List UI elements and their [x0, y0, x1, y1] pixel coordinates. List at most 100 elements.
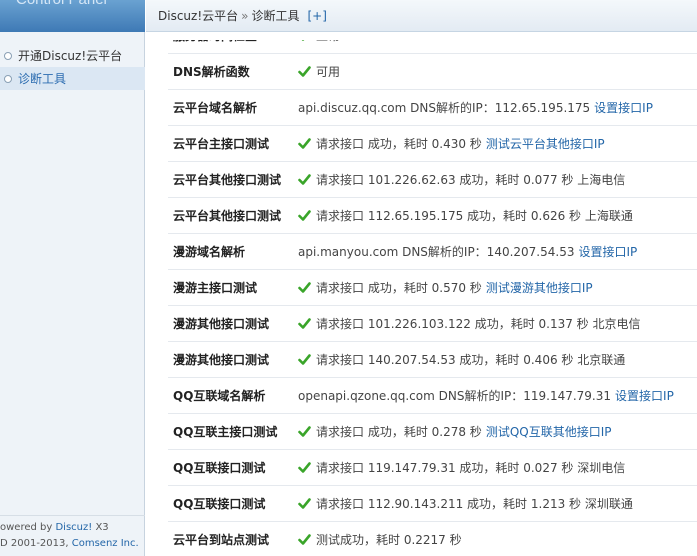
diagnostic-row: DNS解析函数 可用	[168, 54, 697, 90]
diagnostic-result: 可用	[298, 63, 697, 80]
diagnostic-result: 请求接口 101.226.62.63 成功，耗时 0.077 秒 上海电信	[298, 171, 697, 188]
sidebar-item-diagnostics[interactable]: 诊断工具	[0, 67, 145, 90]
result-text: 请求接口 成功，耗时 0.278 秒	[316, 425, 482, 439]
diagnostic-label: 云平台主接口测试	[173, 137, 270, 151]
diagnostic-label: 云平台其他接口测试	[173, 209, 282, 223]
bullet-icon	[4, 74, 12, 83]
diagnostic-result: 正常	[298, 40, 697, 44]
diagnostic-row: QQ互联域名解析 openapi.qzone.qq.com DNS解析的IP：11…	[168, 378, 697, 414]
result-link[interactable]: 设置接口IP	[578, 243, 637, 260]
result-link[interactable]: 测试漫游其他接口IP	[486, 279, 593, 296]
check-icon	[298, 40, 316, 42]
diagnostic-label: 漫游其他接口测试	[173, 317, 270, 331]
control-panel-title: Control Panel	[16, 0, 107, 8]
diagnostic-result: 请求接口 112.90.143.211 成功，耗时 1.213 秒 深圳联通	[298, 495, 697, 512]
diagnostic-row: QQ互联接口测试 请求接口 119.147.79.31 成功，耗时 0.027 秒…	[168, 450, 697, 486]
diagnostic-label: 服务器时间检查	[168, 40, 298, 44]
diagnostic-row: 云平台其他接口测试 请求接口 101.226.62.63 成功，耗时 0.077 …	[168, 162, 697, 198]
sidebar-header: Control Panel	[0, 0, 145, 32]
bullet-icon	[4, 51, 12, 60]
diagnostic-row: 漫游域名解析 api.manyou.com DNS解析的IP：140.207.54…	[168, 234, 697, 270]
result-text: 请求接口 112.65.195.175 成功，耗时 0.626 秒 上海联通	[316, 209, 633, 223]
diagnostic-row: QQ互联接口测试 请求接口 112.90.143.211 成功，耗时 1.213 …	[168, 486, 697, 522]
sidebar-item-open-cloud[interactable]: 开通Discuz!云平台	[0, 44, 145, 67]
diagnostic-result: openapi.qzone.qq.com DNS解析的IP：119.147.79…	[298, 387, 697, 404]
diagnostic-row: 漫游主接口测试 请求接口 成功，耗时 0.570 秒测试漫游其他接口IP	[168, 270, 697, 306]
sidebar-item-label: 诊断工具	[18, 72, 67, 86]
diagnostic-label: QQ互联接口测试	[173, 461, 266, 475]
diagnostic-label: 漫游域名解析	[173, 245, 246, 259]
check-icon	[298, 353, 316, 366]
diagnostic-result: 测试成功，耗时 0.2217 秒	[298, 531, 697, 548]
check-icon	[298, 533, 316, 546]
comsenz-link[interactable]: Comsenz Inc.	[72, 538, 139, 549]
breadcrumb-current: 诊断工具	[251, 9, 300, 23]
diagnostic-label: 云平台域名解析	[173, 101, 258, 115]
check-icon	[298, 209, 316, 222]
result-text: 可用	[316, 65, 341, 79]
diagnostics-table: 服务器时间检查 正常 DNS解析函数 可用云平台域名解析 api.discuz.qq.c…	[168, 40, 697, 556]
diagnostic-label: 云平台其他接口测试	[173, 173, 282, 187]
result-text: 请求接口 成功，耗时 0.570 秒	[316, 281, 482, 295]
diagnostic-result: api.manyou.com DNS解析的IP：140.207.54.53 设置接…	[298, 243, 697, 260]
diagnostic-label: DNS解析函数	[173, 65, 250, 79]
powered-by: owered by Discuz! X3	[0, 520, 145, 536]
result-link[interactable]: 设置接口IP	[594, 99, 653, 116]
powered-prefix: owered by	[0, 522, 56, 533]
diagnostic-result: 请求接口 101.226.103.122 成功，耗时 0.137 秒 北京电信	[298, 315, 697, 332]
diagnostic-result: api.discuz.qq.com DNS解析的IP：112.65.195.17…	[298, 99, 697, 116]
diagnostic-row: 云平台域名解析 api.discuz.qq.com DNS解析的IP：112.65…	[168, 90, 697, 126]
copyright: D 2001-2013, Comsenz Inc.	[0, 536, 145, 552]
copyright-prefix: D 2001-2013,	[0, 538, 72, 549]
result-text: 请求接口 140.207.54.53 成功，耗时 0.406 秒 北京联通	[316, 353, 626, 367]
sidebar: Control Panel 开通Discuz!云平台 诊断工具 owered b…	[0, 0, 145, 556]
breadcrumb-separator: »	[241, 8, 249, 23]
result-text: 请求接口 101.226.62.63 成功，耗时 0.077 秒 上海电信	[316, 173, 626, 187]
diagnostic-label: QQ互联主接口测试	[173, 425, 278, 439]
diagnostic-label: 云平台到站点测试	[173, 533, 270, 547]
sidebar-item-label: 开通Discuz!云平台	[18, 49, 123, 63]
diagnostic-result: 请求接口 成功，耗时 0.430 秒测试云平台其他接口IP	[298, 135, 697, 152]
diagnostic-row: 漫游其他接口测试 请求接口 140.207.54.53 成功，耗时 0.406 秒…	[168, 342, 697, 378]
diagnostic-label: 漫游主接口测试	[173, 281, 258, 295]
check-icon	[298, 425, 316, 438]
result-text: 请求接口 成功，耗时 0.430 秒	[316, 137, 482, 151]
sidebar-nav: 开通Discuz!云平台 诊断工具	[0, 44, 145, 90]
result-text: api.manyou.com DNS解析的IP：140.207.54.53	[298, 245, 575, 259]
result-text: 请求接口 119.147.79.31 成功，耗时 0.027 秒 深圳电信	[316, 461, 626, 475]
result-text: api.discuz.qq.com DNS解析的IP：112.65.195.17…	[298, 101, 591, 115]
result-text: 测试成功，耗时 0.2217 秒	[316, 533, 462, 547]
discuz-link[interactable]: Discuz!	[55, 522, 92, 533]
diagnostic-result: 请求接口 112.65.195.175 成功，耗时 0.626 秒 上海联通	[298, 207, 697, 224]
diagnostic-result: 请求接口 成功，耗时 0.278 秒测试QQ互联其他接口IP	[298, 423, 697, 440]
diagnostic-row: 漫游其他接口测试 请求接口 101.226.103.122 成功，耗时 0.137…	[168, 306, 697, 342]
add-shortcut-button[interactable]: [+]	[308, 9, 327, 23]
diagnostic-row: 云平台到站点测试 测试成功，耗时 0.2217 秒	[168, 522, 697, 556]
diagnostic-row: QQ互联主接口测试 请求接口 成功，耗时 0.278 秒测试QQ互联其他接口IP	[168, 414, 697, 450]
result-link[interactable]: 设置接口IP	[615, 387, 674, 404]
result-text: 请求接口 101.226.103.122 成功，耗时 0.137 秒 北京电信	[316, 317, 641, 331]
check-icon	[298, 497, 316, 510]
result-text: openapi.qzone.qq.com DNS解析的IP：119.147.79…	[298, 389, 612, 403]
diagnostic-row: 云平台主接口测试 请求接口 成功，耗时 0.430 秒测试云平台其他接口IP	[168, 126, 697, 162]
check-icon	[298, 173, 316, 186]
sidebar-footer: owered by Discuz! X3 D 2001-2013, Comsen…	[0, 515, 145, 552]
diagnostic-row: 服务器时间检查 正常	[168, 40, 697, 54]
check-icon	[298, 317, 316, 330]
check-icon	[298, 281, 316, 294]
breadcrumb-root[interactable]: Discuz!云平台	[158, 7, 238, 24]
diagnostic-row: 云平台其他接口测试 请求接口 112.65.195.175 成功，耗时 0.626…	[168, 198, 697, 234]
result-link[interactable]: 测试云平台其他接口IP	[486, 135, 605, 152]
result-text: 正常	[316, 40, 340, 44]
version-text: X3	[92, 522, 109, 533]
app-window: Control Panel 开通Discuz!云平台 诊断工具 owered b…	[0, 0, 697, 556]
diagnostic-label: QQ互联接口测试	[173, 497, 266, 511]
diagnostic-label: QQ互联域名解析	[173, 389, 266, 403]
result-link[interactable]: 测试QQ互联其他接口IP	[486, 423, 612, 440]
breadcrumb: Discuz!云平台 » 诊断工具 [+]	[146, 0, 697, 32]
check-icon	[298, 65, 316, 78]
diagnostic-result: 请求接口 119.147.79.31 成功，耗时 0.027 秒 深圳电信	[298, 459, 697, 476]
diagnostic-label: 漫游其他接口测试	[173, 353, 270, 367]
diagnostics-panel: 服务器时间检查 正常 DNS解析函数 可用云平台域名解析 api.discuz.qq.c…	[168, 40, 697, 556]
result-text: 请求接口 112.90.143.211 成功，耗时 1.213 秒 深圳联通	[316, 497, 633, 511]
